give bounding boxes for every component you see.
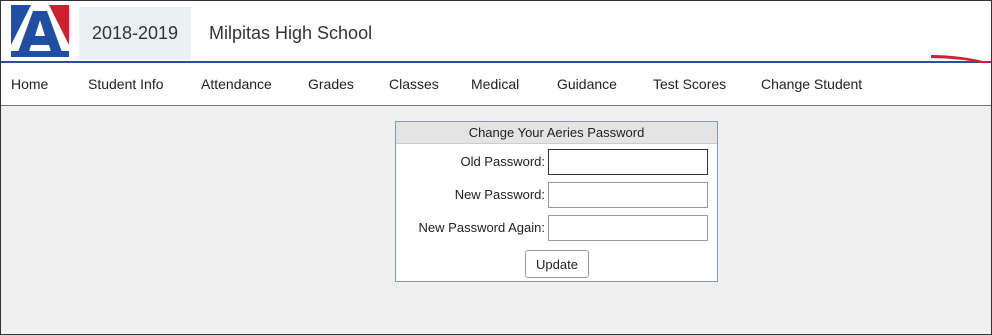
new-password-row: New Password: [396, 182, 717, 208]
nav-item-attendance[interactable]: Attendance [201, 63, 272, 105]
old-password-field[interactable] [548, 149, 708, 175]
school-name[interactable]: Milpitas High School [209, 7, 372, 59]
app-header: 2018-2019 Milpitas High School [1, 1, 991, 65]
new-password-again-row: New Password Again: [396, 215, 717, 241]
old-password-label: Old Password: [460, 154, 545, 169]
nav-item-test-scores[interactable]: Test Scores [653, 63, 726, 105]
nav-item-change-student[interactable]: Change Student [761, 63, 862, 105]
nav-item-medical[interactable]: Medical [471, 63, 519, 105]
change-password-panel: Change Your Aeries Password Old Password… [395, 121, 718, 282]
update-button[interactable]: Update [525, 250, 589, 278]
nav-item-student-info[interactable]: Student Info [88, 63, 164, 105]
main-nav: Home Student Info Attendance Grades Clas… [1, 63, 991, 106]
new-password-again-label: New Password Again: [418, 220, 545, 235]
aeries-logo-icon[interactable] [11, 5, 69, 57]
panel-title: Change Your Aeries Password [396, 122, 717, 144]
nav-item-classes[interactable]: Classes [389, 63, 439, 105]
old-password-row: Old Password: [396, 149, 717, 175]
nav-item-home[interactable]: Home [11, 63, 48, 105]
new-password-again-field[interactable] [548, 215, 708, 241]
school-year-selector[interactable]: 2018-2019 [79, 7, 191, 59]
new-password-label: New Password: [454, 187, 545, 202]
nav-item-guidance[interactable]: Guidance [557, 63, 617, 105]
new-password-field[interactable] [548, 182, 708, 208]
nav-item-grades[interactable]: Grades [308, 63, 354, 105]
